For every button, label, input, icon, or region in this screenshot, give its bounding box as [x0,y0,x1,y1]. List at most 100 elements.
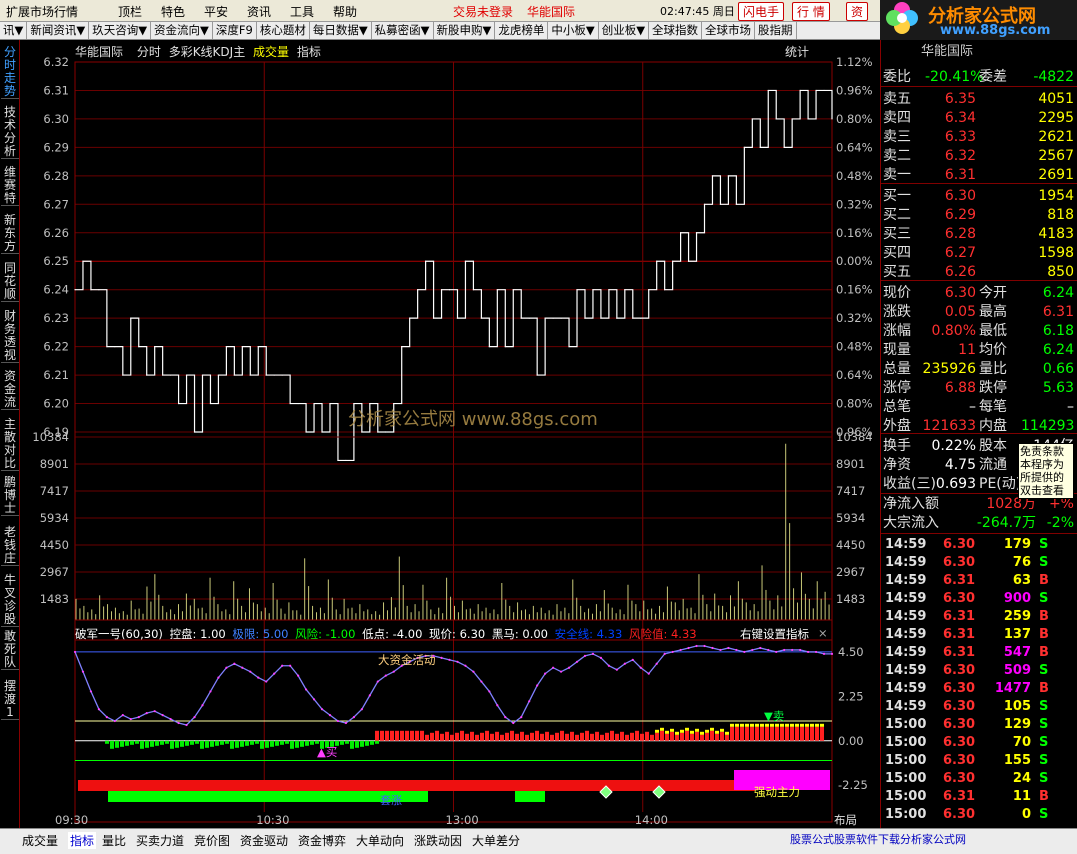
quote-label: 涨停 [883,380,911,396]
capital-bar-top [805,723,809,727]
price-point [74,289,76,291]
chart-ind[interactable]: 指标 [297,45,321,59]
left-nav-item[interactable]: 维赛特 [1,166,19,206]
tab-item[interactable]: 每日数据▼ [310,22,372,39]
pct-tick-label: 0.80% [836,397,873,411]
menu-item[interactable]: 资讯 [247,3,271,20]
price-point [520,317,522,319]
trade-volume: 70 [1012,735,1031,750]
left-nav-item[interactable]: 资金流 [1,370,19,410]
tab-item[interactable]: 龙虎榜单 [495,22,549,39]
price-point [138,346,140,348]
left-nav-item[interactable]: 老钱庄 [1,526,19,566]
tab-item[interactable]: 创业板▼ [599,22,650,39]
stat-button[interactable]: 统计 [785,43,809,60]
main-chart[interactable]: 6.32 6.31 6.30 6.29 6.28 6.27 6.26 6.25 6.24 6.23… [20,40,880,830]
chart-mode[interactable]: 分时 [137,45,161,59]
sell-volume: 2567 [1038,148,1074,164]
price-point [687,260,690,262]
menu-item[interactable]: 工具 [290,3,314,20]
trade-side: S [1039,663,1049,678]
capital-bar [600,734,604,741]
disclaimer-tooltip[interactable]: 免责条款 本程序为 所提供的 双击查看 [1018,443,1074,499]
trade-row: 15:00 6.30 0 S [881,806,1077,824]
bottom-tab[interactable]: 量比 [102,832,126,849]
bottom-tab[interactable]: 指标 [68,832,97,849]
capital-bar [605,732,609,741]
bottom-tab[interactable]: 大单差分 [472,832,520,849]
price-point [648,289,650,291]
left-nav-item[interactable]: 鹏博士 [1,476,19,516]
outflow-bar [175,740,179,748]
menu-item[interactable]: 特色 [161,3,185,20]
left-nav-item[interactable]: 敢死队 [1,630,19,670]
capital-bar [595,731,599,741]
menu-item[interactable]: 扩展市场行情 [6,3,78,20]
tab-item[interactable]: 股指期 [755,22,797,39]
close-icon[interactable]: × [818,626,828,640]
quote-value: 6.88 [944,380,976,396]
indicator-setting[interactable]: 右键设置指标 [740,626,809,642]
flash-trade-button[interactable]: 闪电手 [738,2,785,21]
tab-item[interactable]: 深度F9 [213,22,257,39]
left-nav-item[interactable]: 技术分析 [1,106,19,159]
trade-volume: 137 [1003,627,1031,642]
tab-item[interactable]: 私募密函▼ [372,22,434,39]
info-button[interactable]: 资 [846,2,869,21]
menu-item[interactable]: 帮助 [333,3,357,20]
price-tick-label: 6.30 [43,112,69,126]
sell-row: 卖四 6.34 2295 [881,109,1077,128]
left-nav-item[interactable]: 财务透视 [1,310,19,363]
left-nav-item[interactable]: 主散对比 [1,418,19,471]
tab-item[interactable]: 讯▼ [0,22,28,39]
sell-price: 6.35 [944,91,976,107]
quote-button[interactable]: 行 情 [792,2,830,21]
sell-row: 卖二 6.32 2567 [881,147,1077,166]
menu-item[interactable]: 平安 [204,3,228,20]
capital-bar [710,730,714,741]
bottom-tab[interactable]: 成交量 [22,832,58,849]
price-point [281,374,283,376]
price-point [409,317,411,319]
tab-item[interactable]: 全球市场 [702,22,756,39]
bottom-tab[interactable]: 资金博弈 [298,832,346,849]
bottom-tab[interactable]: 涨跌动因 [414,832,462,849]
tab-item[interactable]: 中小板▼ [548,22,599,39]
indicator-point [137,716,140,719]
bottom-link[interactable]: 股票公式股票软件下载分析家公式网 [790,831,966,847]
tab-item[interactable]: 资金流向▼ [151,22,213,39]
chart-indicators[interactable]: 多彩K线KDJ主 [169,45,246,59]
capital-bar [725,734,729,741]
capital-bar [485,730,489,741]
price-point [98,289,100,291]
price-point [297,402,299,405]
indicator-point [663,652,666,656]
tab-item[interactable]: 核心题材 [257,22,310,39]
login-status[interactable]: 交易未登录 [453,3,513,20]
trade-row: 14:59 6.30 1477 B [881,680,1077,698]
tab-item[interactable]: 全球指数 [649,22,703,39]
trade-side: S [1039,753,1049,768]
layout-button[interactable]: 布局 [834,813,857,827]
bottom-tab[interactable]: 大单动向 [356,832,404,849]
indicator-point [623,662,626,665]
left-nav-item[interactable]: 摆渡1 [1,680,19,720]
indicator-param: 现价: 6.30 [425,627,486,641]
tab-item[interactable]: 新闻资讯▼ [27,22,90,39]
tab-item[interactable]: 新股申购▼ [434,22,496,39]
left-nav-item[interactable]: 新东方 [1,214,19,254]
left-nav-item[interactable]: 牛叉诊股 [1,574,19,627]
price-tick-label: 6.26 [43,226,69,240]
bottom-tab[interactable]: 竞价图 [194,832,230,849]
left-nav-item[interactable]: 同花顺 [1,262,19,302]
bottom-tab[interactable]: 资金驱动 [240,832,288,849]
time-tick-label: 09:30 [55,813,88,827]
left-nav-item[interactable]: 分时走势 [1,46,19,99]
chart-vol[interactable]: 成交量 [253,45,289,59]
tab-item[interactable]: 玖天咨询▼ [89,22,152,39]
bottom-tab[interactable]: 买卖力道 [136,832,184,849]
pct-tick-label: 0.16% [836,283,873,297]
indicator-title[interactable]: 破军一号(60,30) [75,627,163,641]
menu-item[interactable]: 顶栏 [118,3,142,20]
buy-row: 买一 6.30 1954 [881,187,1077,206]
